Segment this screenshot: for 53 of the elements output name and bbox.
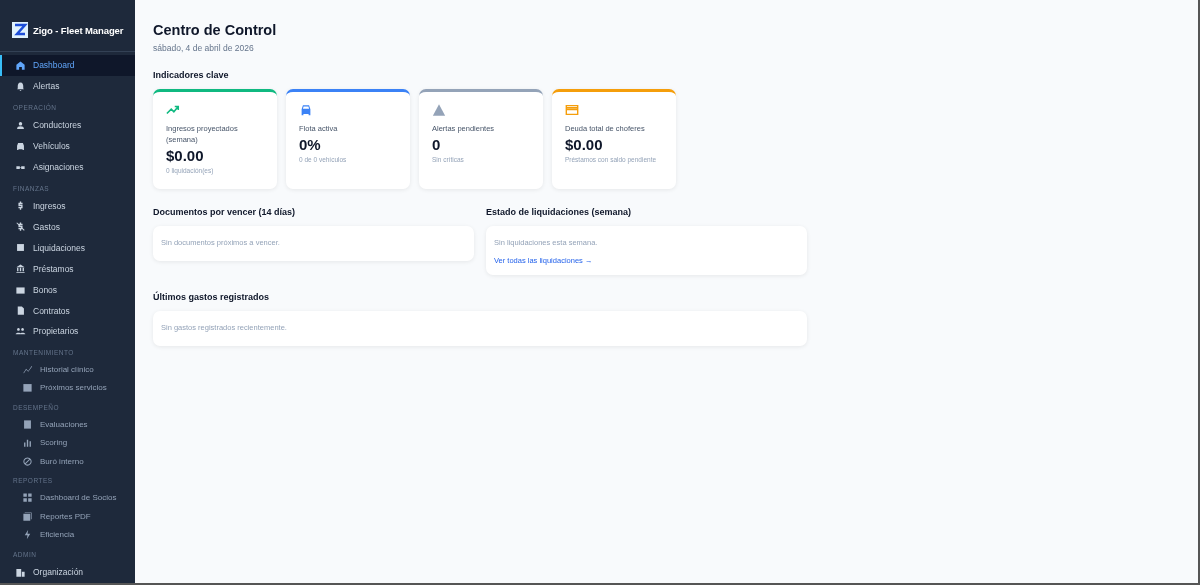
nav-item[interactable]: Propietarios	[0, 320, 135, 342]
page-title: Centro de Control	[153, 22, 278, 38]
date-text: sábado, 4 de abril de 2026	[153, 43, 255, 53]
nav-item[interactable]: Dashboard	[0, 55, 135, 76]
nav-item[interactable]: Historial clínico	[0, 359, 135, 379]
nav-item[interactable]: Scoring	[0, 433, 135, 452]
no-dollar-icon	[15, 221, 26, 233]
section-title: Últimos gastos registrados	[153, 292, 271, 302]
trend-icon	[166, 103, 180, 117]
nav-item[interactable]: Próximos servicios	[0, 378, 135, 397]
nav-item[interactable]: Bonos	[0, 279, 135, 301]
people-icon	[15, 325, 26, 337]
nav-item[interactable]: Liquidaciones	[0, 237, 135, 259]
app-title: Zigo - Fleet Manager	[33, 24, 124, 36]
section-title: Indicadores clave	[153, 70, 230, 80]
warning-icon	[432, 103, 446, 117]
chart-line-icon	[22, 363, 33, 375]
bank-icon	[15, 263, 26, 275]
image-stack-icon	[22, 510, 33, 522]
blocked-icon	[22, 455, 33, 467]
nav-item[interactable]: Asignaciones	[0, 156, 135, 178]
car-icon	[15, 140, 26, 152]
bell-icon	[15, 80, 26, 92]
section-title: Documentos por vencer (14 días)	[153, 207, 297, 217]
nav-item[interactable]: Alertas	[0, 75, 135, 97]
nav-item[interactable]: Dashboard de Socios	[0, 488, 135, 507]
nav-item[interactable]: Vehículos	[0, 135, 135, 157]
kpi-value: $0.00	[166, 147, 205, 164]
car-icon	[299, 103, 313, 117]
nav-item[interactable]: Gastos	[0, 216, 135, 238]
logo-icon	[12, 22, 28, 38]
nav-item[interactable]: Eficiencia	[0, 525, 135, 544]
nav-item[interactable]: Organización	[0, 562, 135, 583]
nav-item[interactable]: Reportes PDF	[0, 506, 135, 526]
nav-item[interactable]: Ingresos	[0, 195, 135, 217]
nav-item[interactable]: Conductores	[0, 114, 135, 136]
dollar-icon	[15, 200, 26, 212]
bolt-icon	[22, 529, 33, 541]
credit-card-icon	[565, 103, 579, 117]
person-icon	[15, 119, 26, 131]
nav-item[interactable]: Buró interno	[0, 451, 135, 471]
bar-chart-icon	[22, 437, 33, 449]
kpi-value: 0%	[299, 136, 322, 153]
kpi-value: 0	[432, 136, 442, 153]
nav-item[interactable]: Contratos	[0, 300, 135, 321]
kpi-value: $0.00	[565, 136, 604, 153]
nav-item[interactable]: Préstamos	[0, 258, 135, 280]
document-icon	[15, 305, 26, 316]
section-title: Estado de liquidaciones (semana)	[486, 207, 633, 217]
home-icon	[15, 59, 26, 71]
nav-item[interactable]: Evaluaciones	[0, 414, 135, 434]
grid-icon	[22, 492, 33, 504]
building-icon	[15, 566, 26, 578]
